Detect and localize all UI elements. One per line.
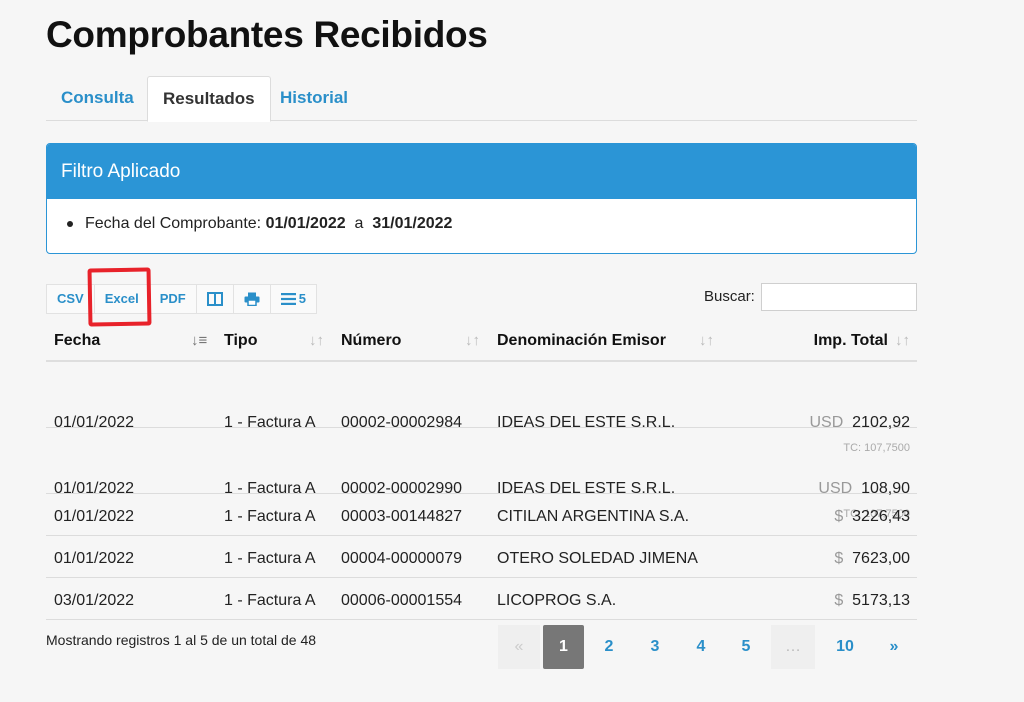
print-icon (244, 292, 260, 306)
cell-total: $ 3226,43 (834, 507, 910, 527)
table-row[interactable]: 01/01/2022 1 - Factura A 00004-00000079 … (46, 536, 917, 578)
results-table: Fecha ↓≡ Tipo ↓↑ Número ↓↑ Denominación … (46, 322, 917, 620)
pdf-button[interactable]: PDF (150, 285, 197, 313)
cell-numero: 00006-00001554 (341, 592, 463, 609)
table-row[interactable]: 01/01/2022 1 - Factura A 00002-00002990 … (46, 428, 917, 520)
currency-label: $ (834, 550, 844, 567)
cell-fecha: 01/01/2022 (54, 550, 135, 567)
filter-from-date: 01/01/2022 (265, 215, 346, 232)
print-button[interactable] (234, 285, 271, 313)
cell-total: $ 5173,13 (834, 591, 910, 611)
list-icon (280, 293, 296, 305)
csv-button[interactable]: CSV (47, 285, 95, 313)
tab-historial[interactable]: Historial (265, 76, 363, 121)
column-header-numero[interactable]: Número (341, 322, 401, 360)
pagination-next[interactable]: » (873, 625, 915, 669)
columns-button[interactable] (197, 285, 234, 313)
amount: 7623,00 (852, 550, 910, 567)
filter-separator: a (354, 215, 364, 232)
cell-emisor: LICOPROG S.A. (497, 592, 617, 609)
sort-icon[interactable]: ↓↑ (895, 322, 910, 360)
tab-bar: Consulta Resultados Historial (46, 76, 917, 122)
column-header-total[interactable]: Imp. Total (814, 322, 888, 360)
table-row[interactable]: 01/01/2022 1 - Factura A 00003-00144827 … (46, 494, 917, 536)
cell-emisor: OTERO SOLEDAD JIMENA (497, 550, 698, 567)
cell-numero: 00003-00144827 (341, 508, 463, 525)
column-header-emisor[interactable]: Denominación Emisor (497, 322, 666, 360)
amount: 5173,13 (852, 592, 910, 609)
page-title: Comprobantes Recibidos (46, 14, 488, 55)
pagination-prev[interactable]: « (498, 625, 540, 669)
export-toolbar: CSV Excel PDF 5 (46, 284, 317, 314)
sort-desc-icon[interactable]: ↓≡ (191, 322, 207, 360)
records-info: Mostrando registros 1 al 5 de un total d… (46, 632, 317, 648)
cell-emisor: CITILAN ARGENTINA S.A. (497, 508, 690, 525)
pagination-ellipsis: … (771, 625, 815, 669)
filter-label: Fecha del Comprobante: (85, 215, 262, 232)
columns-icon (206, 292, 223, 306)
pagination-page-2[interactable]: 2 (588, 625, 630, 669)
table-row[interactable]: 03/01/2022 1 - Factura A 00006-00001554 … (46, 578, 917, 620)
cell-fecha: 03/01/2022 (54, 592, 135, 609)
column-header-tipo[interactable]: Tipo (224, 322, 257, 360)
currency-label: $ (834, 508, 844, 525)
rows-per-page-button[interactable]: 5 (271, 285, 316, 313)
filter-criteria: Fecha del Comprobante: 01/01/2022 a 31/0… (47, 199, 916, 249)
cell-tipo: 1 - Factura A (224, 550, 316, 567)
pagination-page-10[interactable]: 10 (822, 625, 868, 669)
table-header: Fecha ↓≡ Tipo ↓↑ Número ↓↑ Denominación … (46, 322, 917, 362)
amount: 3226,43 (852, 508, 910, 525)
column-header-fecha[interactable]: Fecha (54, 322, 100, 360)
excel-button[interactable]: Excel (95, 285, 150, 313)
pagination-page-5[interactable]: 5 (725, 625, 767, 669)
pagination-page-4[interactable]: 4 (680, 625, 722, 669)
filter-to-date: 31/01/2022 (372, 215, 453, 232)
rows-per-page-count: 5 (298, 291, 306, 306)
sort-icon[interactable]: ↓↑ (309, 322, 324, 360)
pagination-page-1[interactable]: 1 (543, 625, 584, 669)
tab-consulta[interactable]: Consulta (46, 76, 149, 121)
table-row[interactable]: 01/01/2022 1 - Factura A 00002-00002984 … (46, 362, 917, 454)
filter-panel: Filtro Aplicado Fecha del Comprobante: 0… (46, 143, 917, 254)
pagination-page-3[interactable]: 3 (634, 625, 676, 669)
filter-panel-title: Filtro Aplicado (47, 144, 916, 199)
search-label: Buscar: (704, 288, 755, 305)
bullet-icon (67, 220, 73, 227)
tab-resultados[interactable]: Resultados (147, 76, 271, 122)
cell-tipo: 1 - Factura A (224, 592, 316, 609)
search-input[interactable] (761, 283, 917, 311)
cell-tipo: 1 - Factura A (224, 508, 316, 525)
cell-total: $ 7623,00 (834, 549, 910, 569)
sort-icon[interactable]: ↓↑ (465, 322, 480, 360)
cell-numero: 00004-00000079 (341, 550, 463, 567)
sort-icon[interactable]: ↓↑ (699, 322, 714, 360)
cell-fecha: 01/01/2022 (54, 508, 135, 525)
currency-label: $ (834, 592, 844, 609)
